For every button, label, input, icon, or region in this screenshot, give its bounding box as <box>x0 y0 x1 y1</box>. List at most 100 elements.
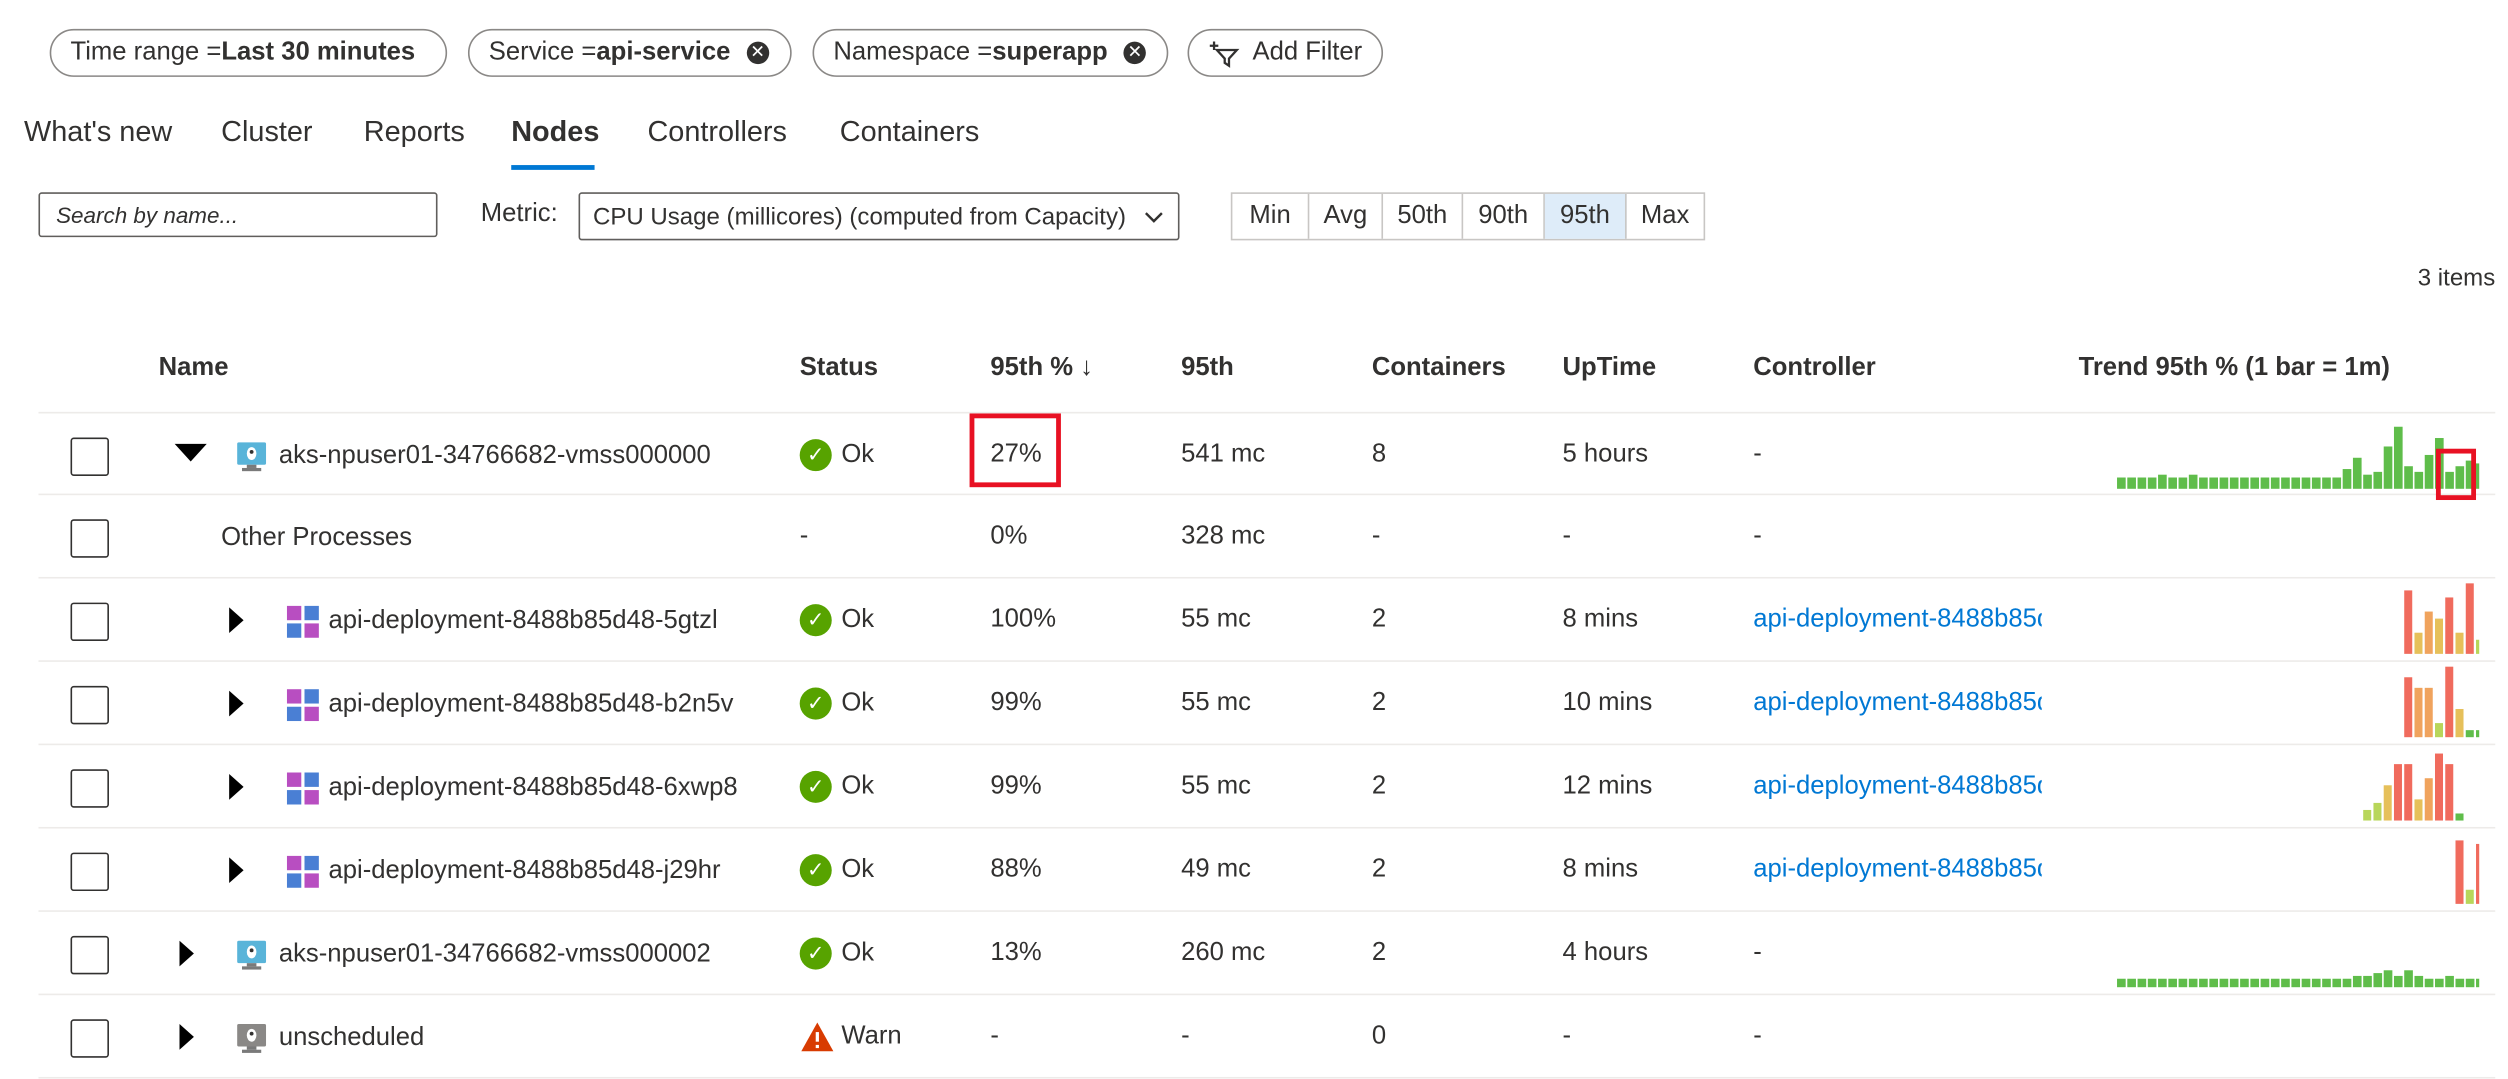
aggregation-selector: Min Avg 50th 90th 95th Max <box>1230 192 1706 241</box>
highlight-box <box>2435 448 2477 501</box>
vm-icon <box>237 940 267 970</box>
trend-bar <box>2414 471 2424 489</box>
table-row[interactable]: unscheduled Warn - - 0 - - <box>38 995 2496 1079</box>
trend-bar <box>2147 477 2157 489</box>
table-row[interactable]: Other Processes - 0% 328 mc - - - <box>38 495 2496 579</box>
row-name: api-deployment-8488b85d48-b2n5v <box>328 690 734 718</box>
controller-link[interactable]: api-deployment-8488b85d48 <box>1753 689 2041 718</box>
search-input[interactable] <box>38 192 438 238</box>
value-cell: - <box>1181 1022 1190 1050</box>
table-row[interactable]: aks-npuser01-34766682-vmss000002 ✓ Ok 13%… <box>38 912 2496 996</box>
trend-bar <box>2311 477 2321 489</box>
trend-bar <box>2383 970 2393 988</box>
row-checkbox[interactable] <box>70 852 109 892</box>
row-checkbox[interactable] <box>70 685 109 725</box>
add-filter-button[interactable]: Add Filter <box>1187 28 1384 77</box>
row-name: unscheduled <box>278 1024 425 1052</box>
controller-link[interactable]: api-deployment-8488b85d48 <box>1753 772 2041 801</box>
column-header-value[interactable]: 95th <box>1181 354 1234 383</box>
row-checkbox[interactable] <box>70 769 109 808</box>
trend-bar <box>2168 978 2177 988</box>
expand-icon[interactable] <box>229 774 244 800</box>
trend-bar <box>2414 799 2423 821</box>
tab-cluster[interactable]: Cluster <box>221 115 312 149</box>
row-checkbox[interactable] <box>70 602 109 642</box>
table-row[interactable]: api-deployment-8488b85d48-6xwp8 ✓ Ok 99% … <box>38 745 2496 829</box>
tab-reports[interactable]: Reports <box>364 115 465 149</box>
aggregation-50th[interactable]: 50th <box>1383 193 1464 239</box>
row-checkbox[interactable] <box>70 1019 109 1058</box>
table-row[interactable]: aks-npuser01-34766682-vmss000000 ✓ Ok 27%… <box>38 411 2496 496</box>
aggregation-avg[interactable]: Avg <box>1309 193 1384 239</box>
expand-icon[interactable] <box>179 940 194 967</box>
containers-cell: 2 <box>1371 689 1387 717</box>
trend-bar <box>2240 477 2249 489</box>
column-header-pct[interactable]: 95th % ↓ <box>990 354 1093 383</box>
chevron-down-icon <box>1145 212 1163 223</box>
column-header-name[interactable]: Name <box>159 354 229 383</box>
status-cell: ✓ Ok <box>799 770 874 803</box>
trend-bar <box>2240 978 2249 988</box>
trend-bar <box>2332 477 2342 489</box>
expand-icon[interactable] <box>229 607 244 634</box>
trend-bar <box>2404 764 2413 821</box>
table-row[interactable]: api-deployment-8488b85d48-b2n5v ✓ Ok 99% … <box>38 662 2496 746</box>
trend-bar <box>2383 785 2392 821</box>
column-header-containers[interactable]: Containers <box>1372 354 1506 383</box>
tab-nodes[interactable]: Nodes <box>511 115 599 149</box>
aggregation-min[interactable]: Min <box>1232 193 1310 239</box>
aggregation-95th[interactable]: 95th <box>1544 193 1627 239</box>
pct-cell: 100% <box>990 605 1056 634</box>
namespace-filter[interactable]: Namespace = superapp ✕ <box>812 28 1169 77</box>
trend-bar <box>2373 802 2382 821</box>
trend-bar <box>2117 477 2126 489</box>
aggregation-max[interactable]: Max <box>1627 194 1704 239</box>
column-header-uptime[interactable]: UpTime <box>1563 354 1657 383</box>
row-checkbox[interactable] <box>70 437 109 476</box>
column-header-status[interactable]: Status <box>800 354 878 383</box>
trend-bar <box>2322 477 2331 489</box>
trend-sparkline <box>2404 666 2480 738</box>
status-cell: ✓ Ok <box>799 854 874 887</box>
controller-link[interactable]: api-deployment-8488b85d48 <box>1753 606 2041 635</box>
table-row[interactable]: api-deployment-8488b85d48-5gtzl ✓ Ok 100%… <box>38 579 2496 662</box>
column-header-controller[interactable]: Controller <box>1753 354 1876 383</box>
expand-icon[interactable] <box>179 1024 194 1050</box>
metric-dropdown[interactable]: CPU Usage (millicores) (computed from Ca… <box>578 192 1180 241</box>
uptime-cell: 12 mins <box>1562 772 1653 800</box>
tab-controllers[interactable]: Controllers <box>647 115 786 149</box>
aggregation-90th[interactable]: 90th <box>1463 193 1545 239</box>
collapse-icon[interactable] <box>174 443 207 462</box>
table-row[interactable]: api-deployment-8488b85d48-j29hr ✓ Ok 88% … <box>38 829 2496 912</box>
metric-label: Metric: <box>480 200 558 228</box>
trend-bar <box>2476 463 2480 489</box>
expand-icon[interactable] <box>229 690 244 717</box>
containers-cell: 2 <box>1371 939 1387 967</box>
trend-bar <box>2199 978 2208 988</box>
trend-bar <box>2445 975 2454 988</box>
trend-bar <box>2352 975 2362 988</box>
column-header-trend[interactable]: Trend 95th % (1 bar = 1m) <box>2079 354 2390 383</box>
service-filter[interactable]: Service = api-service ✕ <box>467 28 792 77</box>
controller-link[interactable]: api-deployment-8488b85d48 <box>1753 856 2041 885</box>
row-checkbox[interactable] <box>70 519 109 558</box>
filter-key: Service = <box>488 38 597 66</box>
trend-bar <box>2424 687 2433 738</box>
trend-bar <box>2188 474 2198 489</box>
uptime-cell: 8 mins <box>1562 855 1639 884</box>
time-range-filter[interactable]: Time range = Last 30 minutes <box>49 28 448 77</box>
trend-bar <box>2455 632 2464 654</box>
metric-selected: CPU Usage (millicores) (computed from Ca… <box>592 202 1126 230</box>
row-checkbox[interactable] <box>70 935 109 975</box>
trend-bar <box>2137 978 2147 988</box>
expand-icon[interactable] <box>229 857 244 884</box>
remove-filter-icon[interactable]: ✕ <box>1123 41 1147 65</box>
remove-filter-icon[interactable]: ✕ <box>746 41 769 65</box>
active-tab-indicator <box>511 165 595 170</box>
status-cell: ✓ Ok <box>799 604 874 637</box>
trend-bar <box>2178 978 2188 988</box>
trend-bar <box>2393 764 2402 821</box>
tab-whats-new[interactable]: What's new <box>24 115 172 149</box>
tab-containers[interactable]: Containers <box>840 115 980 149</box>
trend-bar <box>2424 611 2433 654</box>
